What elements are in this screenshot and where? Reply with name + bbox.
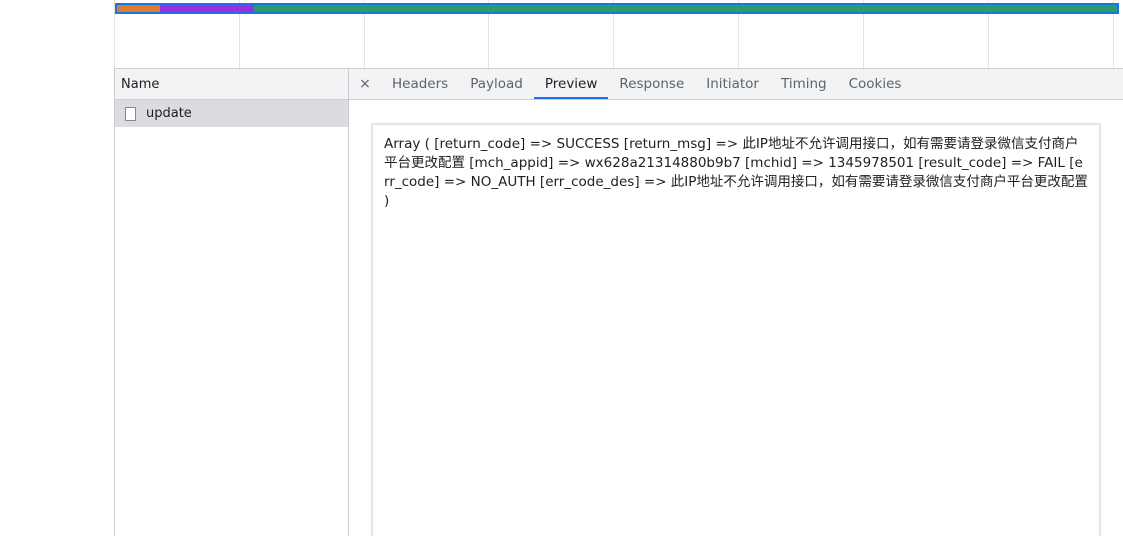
name-column-header[interactable]: Name	[115, 68, 348, 100]
tab-cookies[interactable]: Cookies	[838, 69, 913, 99]
tab-headers[interactable]: Headers	[381, 69, 459, 99]
waterfall-queue-segment	[117, 5, 160, 12]
waterfall-request-segment	[160, 5, 254, 12]
preview-text: Array ( [return_code] => SUCCESS [return…	[384, 136, 1088, 209]
request-name: update	[146, 106, 192, 121]
network-overview-timeline[interactable]	[114, 0, 1123, 68]
tab-initiator[interactable]: Initiator	[695, 69, 770, 99]
close-icon[interactable]: ×	[349, 69, 381, 99]
request-detail-panel: × Headers Payload Preview Response Initi…	[349, 68, 1123, 536]
waterfall-bar[interactable]	[115, 3, 1119, 14]
tab-response[interactable]: Response	[608, 69, 695, 99]
tab-payload[interactable]: Payload	[459, 69, 534, 99]
waterfall-download-segment	[254, 5, 1117, 12]
request-list-panel: Name update	[114, 68, 349, 536]
document-icon	[125, 106, 136, 121]
tab-preview[interactable]: Preview	[533, 69, 609, 99]
request-row[interactable]: update	[115, 100, 348, 127]
tab-timing[interactable]: Timing	[770, 69, 838, 99]
detail-tabbar: × Headers Payload Preview Response Initi…	[349, 68, 1123, 100]
preview-content[interactable]: Array ( [return_code] => SUCCESS [return…	[372, 124, 1100, 536]
